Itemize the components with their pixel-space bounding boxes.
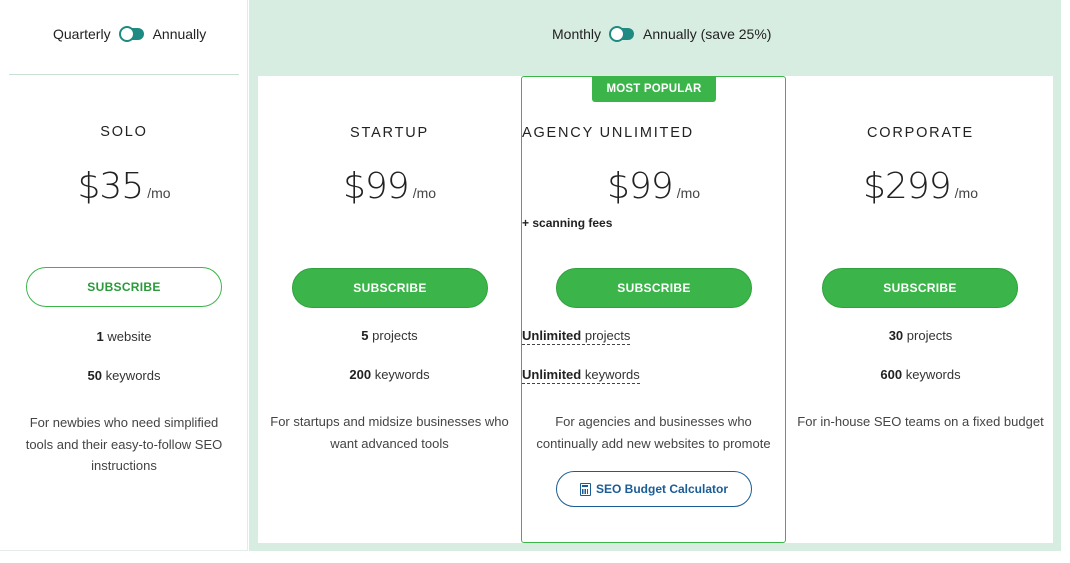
plan-price: $99 /mo xyxy=(258,166,521,207)
plan-description: For newbies who need simplified tools an… xyxy=(10,412,238,477)
plan-corporate: CORPORATE $299 /mo SUBSCRIBE 30 projects… xyxy=(788,76,1053,543)
plan-name: SOLO xyxy=(100,124,148,140)
feature-value: 5 xyxy=(361,328,369,343)
toggle-option-annually-save[interactable]: Annually (save 25%) xyxy=(643,26,771,42)
plan-name: CORPORATE xyxy=(867,125,974,141)
price-period: /mo xyxy=(147,185,171,201)
feature-value: 50 xyxy=(87,368,102,383)
plan-name: AGENCY UNLIMITED xyxy=(522,125,694,141)
switch-knob xyxy=(118,26,135,42)
feature-value: 600 xyxy=(880,367,903,382)
plans-panel: STARTUP $99 /mo SUBSCRIBE 5 projects 200… xyxy=(258,76,1053,543)
feature-keywords: 50 keywords xyxy=(0,368,248,383)
feature-label: keywords xyxy=(584,367,640,382)
description-line: For newbies who need simplified xyxy=(29,415,219,430)
feature-label: keywords xyxy=(105,368,161,383)
description-line: want advanced tools xyxy=(330,435,449,451)
feature-projects: 5 projects xyxy=(258,328,521,343)
plan-price: $99 /mo xyxy=(522,166,785,207)
seo-budget-calculator-button[interactable]: SEO Budget Calculator xyxy=(556,471,752,507)
feature-label: keywords xyxy=(374,367,430,382)
toggle-option-monthly[interactable]: Monthly xyxy=(552,26,601,42)
feature-projects: 30 projects xyxy=(788,328,1053,343)
feature-websites: 1 website xyxy=(0,329,248,344)
billing-toggle-quarterly-annually[interactable]: Quarterly Annually xyxy=(53,26,206,42)
toggle-option-quarterly[interactable]: Quarterly xyxy=(53,26,111,42)
price-amount: $299 xyxy=(863,166,952,207)
subscribe-button-solo[interactable]: SUBSCRIBE xyxy=(26,267,222,307)
plans-area: Monthly Annually (save 25%) STARTUP $99 … xyxy=(249,0,1061,551)
feature-label: keywords xyxy=(905,367,961,382)
toggle-option-annually[interactable]: Annually xyxy=(153,26,207,42)
plan-name: STARTUP xyxy=(350,125,429,141)
billing-toggle-monthly-annually[interactable]: Monthly Annually (save 25%) xyxy=(552,26,771,42)
subscribe-button-corporate[interactable]: SUBSCRIBE xyxy=(822,268,1018,308)
solo-plan-column: Quarterly Annually SOLO $35 /mo SUBSCRIB… xyxy=(0,0,248,551)
feature-label: projects xyxy=(906,328,953,343)
feature-value: Unlimited xyxy=(522,328,582,343)
price-period: /mo xyxy=(954,185,978,201)
feature-keywords: 600 keywords xyxy=(788,367,1053,382)
feature-keywords: 200 keywords xyxy=(258,367,521,382)
price-period: /mo xyxy=(412,185,437,201)
price-amount: $99 xyxy=(342,166,410,207)
feature-label: projects xyxy=(584,328,631,343)
billing-switch[interactable] xyxy=(609,26,635,42)
calculator-icon xyxy=(579,482,591,496)
feature-tooltip-trigger[interactable]: Unlimited projects xyxy=(522,328,631,345)
description-line: For in-house SEO teams on a fixed budget xyxy=(797,414,1044,429)
price-period: /mo xyxy=(676,185,701,201)
feature-tooltip-trigger[interactable]: Unlimited keywords xyxy=(522,367,640,384)
description-line: tools and their easy-to-follow SEO xyxy=(25,436,223,452)
plan-description: For startups and midsize businesses who … xyxy=(262,411,517,454)
feature-value: 200 xyxy=(349,367,372,382)
subscribe-button-agency[interactable]: SUBSCRIBE xyxy=(556,268,752,308)
feature-keywords[interactable]: Unlimited keywords xyxy=(522,367,785,384)
feature-value: 1 xyxy=(96,329,104,344)
description-line: For agencies and businesses who xyxy=(555,414,752,429)
billing-switch[interactable] xyxy=(118,26,144,42)
divider xyxy=(9,74,239,75)
feature-projects[interactable]: Unlimited projects xyxy=(522,328,785,345)
price-amount: $35 xyxy=(77,166,144,207)
description-line: instructions xyxy=(91,458,157,473)
feature-value: Unlimited xyxy=(522,367,582,382)
plan-startup: STARTUP $99 /mo SUBSCRIBE 5 projects 200… xyxy=(258,76,521,543)
plan-price: $299 /mo xyxy=(788,166,1053,207)
description-line: For startups and midsize businesses who xyxy=(270,414,509,429)
most-popular-badge: MOST POPULAR xyxy=(592,76,716,102)
feature-value: 30 xyxy=(888,328,904,343)
plan-description: For in-house SEO teams on a fixed budget xyxy=(788,411,1053,433)
plan-agency-unlimited: MOST POPULAR AGENCY UNLIMITED $99 /mo + … xyxy=(521,76,786,543)
feature-label: website xyxy=(107,329,152,344)
subscribe-button-startup[interactable]: SUBSCRIBE xyxy=(292,268,488,308)
plan-description: For agencies and businesses who continua… xyxy=(524,411,783,454)
feature-label: projects xyxy=(372,328,418,343)
calculator-button-label: SEO Budget Calculator xyxy=(595,482,729,496)
plan-price: $35 /mo xyxy=(0,166,248,207)
switch-knob xyxy=(609,26,626,42)
description-line: continually add new websites to promote xyxy=(536,435,771,451)
scanning-fees-note: + scanning fees xyxy=(522,216,613,230)
price-amount: $99 xyxy=(606,166,674,207)
